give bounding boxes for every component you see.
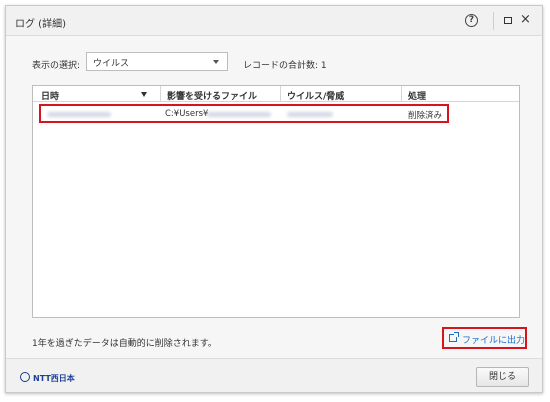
record-count: レコードの合計数: 1 bbox=[243, 61, 327, 71]
column-header-action[interactable]: 処理 bbox=[408, 89, 426, 102]
filter-label: 表示の選択: bbox=[32, 61, 81, 71]
maximize-icon[interactable] bbox=[504, 17, 512, 24]
close-icon[interactable]: × bbox=[520, 12, 531, 27]
redacted-datetime bbox=[47, 112, 111, 117]
column-divider[interactable] bbox=[401, 86, 402, 101]
ntt-logo-icon bbox=[20, 372, 30, 382]
window-title: ログ (詳細) bbox=[15, 19, 66, 30]
table-row[interactable]: C:¥Users¥ 削除済み bbox=[39, 104, 449, 123]
footer: NTT西日本 閉じる bbox=[6, 358, 542, 392]
close-button[interactable]: 閉じる bbox=[476, 367, 529, 387]
title-bar: ログ (詳細) ? × bbox=[6, 6, 542, 36]
external-link-icon bbox=[449, 332, 459, 342]
column-header-affected-file[interactable]: 影響を受けるファイル bbox=[167, 89, 257, 102]
export-to-file-button[interactable]: ファイルに出力 bbox=[442, 327, 527, 349]
column-header-datetime[interactable]: 日時 bbox=[41, 89, 59, 102]
redacted-threat-name bbox=[287, 112, 333, 117]
column-divider[interactable] bbox=[280, 86, 281, 101]
filter-select[interactable]: ウイルス bbox=[86, 52, 228, 71]
filter-select-value: ウイルス bbox=[93, 59, 130, 69]
titlebar-divider bbox=[493, 12, 494, 30]
redacted-file-path bbox=[207, 112, 271, 117]
action-cell: 削除済み bbox=[408, 111, 443, 121]
export-to-file-label: ファイルに出力 bbox=[462, 336, 526, 346]
question-circle-icon[interactable]: ? bbox=[465, 14, 478, 27]
log-table: 日時 影響を受けるファイル ウイルス/脅威 処理 C:¥Users¥ 削除済み bbox=[32, 85, 520, 318]
column-header-virus-threat[interactable]: ウイルス/脅威 bbox=[287, 89, 344, 102]
log-detail-window: ログ (詳細) ? × 表示の選択: ウイルス レコードの合計数: 1 日時 影… bbox=[5, 5, 543, 393]
affected-file-cell: C:¥Users¥ bbox=[165, 109, 209, 119]
retention-note: 1年を過ぎたデータは自動的に削除されます。 bbox=[32, 339, 217, 349]
logo-text: NTT西日本 bbox=[33, 374, 75, 383]
chevron-down-icon bbox=[213, 60, 219, 64]
table-header: 日時 影響を受けるファイル ウイルス/脅威 処理 bbox=[33, 86, 519, 102]
column-divider[interactable] bbox=[160, 86, 161, 101]
sort-descending-icon[interactable] bbox=[141, 92, 147, 97]
